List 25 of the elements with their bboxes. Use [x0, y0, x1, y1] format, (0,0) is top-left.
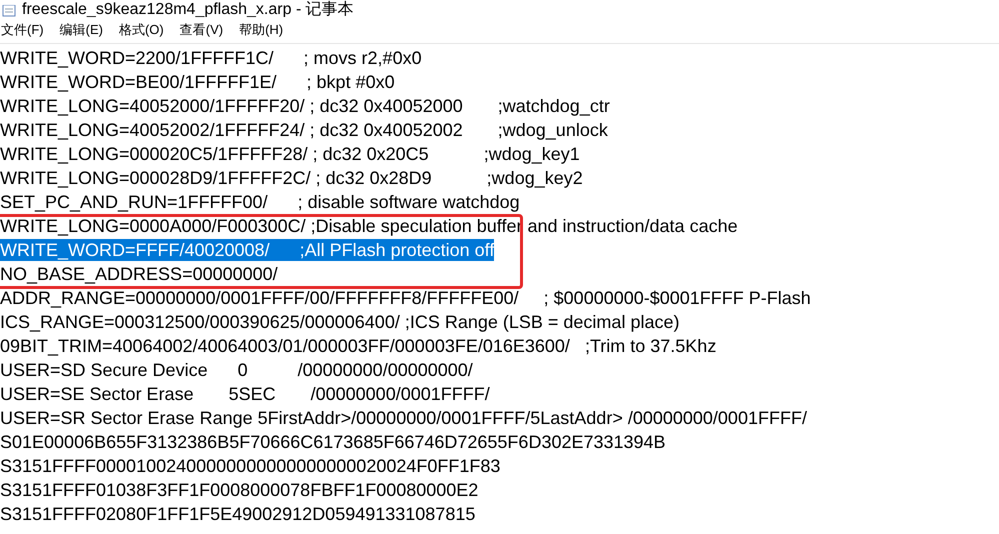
menu-item[interactable]: 编辑(E): [60, 21, 103, 39]
text-line: S01E00006B655F3132386B5F70666C6173685F66746D72655F6D302E7331394B: [0, 431, 666, 453]
text-line: 09BIT_TRIM=40064002/40064003/01/000003FF/000003FE/016E3600/ ;Trim to 37.5Khz: [0, 335, 716, 357]
window-title: freescale_s9keaz128m4_pflash_x.arp - 记事本: [22, 3, 354, 17]
text-line: WRITE_WORD=BE00/1FFFFF1E/ ; bkpt #0x0: [0, 71, 395, 93]
text-line: NO_BASE_ADDRESS=00000000/: [0, 263, 278, 285]
text-line: USER=SE Sector Erase 5SEC /00000000/0001FFFF/: [0, 383, 490, 405]
text-line: USER=SD Secure Device 0 /00000000/00000000/: [0, 359, 473, 381]
text-line: SET_PC_AND_RUN=1FFFFF00/ ; disable software watchdog: [0, 191, 520, 213]
text-line: ICS_RANGE=000312500/000390625/000006400/ ;ICS Range (LSB = decimal place): [0, 311, 680, 333]
text-line: WRITE_LONG=000028D9/1FFFFF2C/ ; dc32 0x28D9 ;wdog_key2: [0, 167, 583, 189]
menu-item[interactable]: 文件(F): [1, 21, 44, 39]
text-line: WRITE_LONG=000020C5/1FFFFF28/ ; dc32 0x20C5 ;wdog_key1: [0, 143, 580, 165]
menu-item[interactable]: 查看(V): [180, 21, 224, 39]
text-line: USER=SR Sector Erase Range 5FirstAddr>/00000000/0001FFFF/5LastAddr> /00000000/0001FFFF/: [0, 407, 807, 429]
text-line: S3151FFFF01038F3FF1F0008000078FBFF1F00080000E2: [0, 479, 478, 501]
text-line: WRITE_LONG=40052000/1FFFFF20/ ; dc32 0x40052000 ;watchdog_ctr: [0, 95, 610, 117]
menu-item[interactable]: 格式(O): [118, 21, 164, 39]
menu-item[interactable]: 帮助(H): [239, 21, 284, 39]
text-line: S3151FFFF02080F1FF1F5E49002912D059491331087815: [0, 503, 476, 525]
text-line: ADDR_RANGE=00000000/0001FFFF/00/FFFFFFF8/FFFFFE00/ ; $00000000-$0001FFFF P-Flash: [0, 287, 811, 309]
text-line: WRITE_LONG=0000A000/F000300C/ ;Disable speculation buffer and instruction/data cache: [0, 215, 738, 237]
text-line: S3151FFFF00001002400000000000000000020024F0FF1F83: [0, 455, 500, 477]
text-line: WRITE_LONG=40052002/1FFFFF24/ ; dc32 0x40052002 ;wdog_unlock: [0, 119, 608, 141]
text-line: WRITE_WORD=2200/1FFFFF1C/ ; movs r2,#0x0: [0, 47, 422, 69]
